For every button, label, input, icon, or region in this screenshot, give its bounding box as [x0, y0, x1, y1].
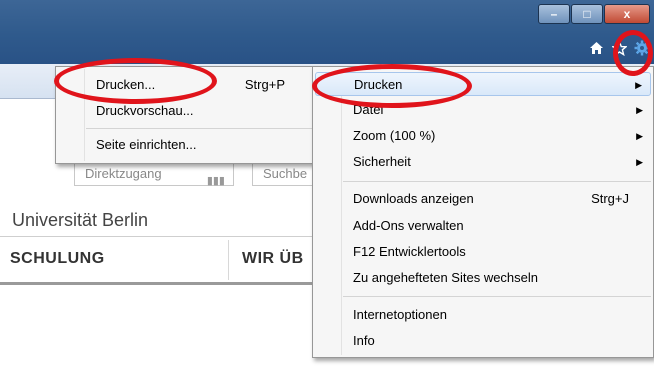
minimize-button[interactable]: –: [538, 4, 570, 24]
menu-item-label: Zoom (100 %): [353, 128, 436, 143]
menu-item-label: Internetoptionen: [353, 307, 447, 322]
menu-item-downloads[interactable]: Downloads anzeigen Strg+J: [315, 187, 651, 211]
maximize-button[interactable]: □: [571, 4, 603, 24]
nav-item-schulung[interactable]: SCHULUNG: [10, 250, 105, 268]
menu-item-label: Downloads anzeigen: [353, 191, 474, 206]
menu-item-developer-tools[interactable]: F12 Entwicklertools: [315, 240, 651, 264]
menu-item-internet-options[interactable]: Internetoptionen: [315, 303, 651, 327]
menu-item-label: Info: [353, 333, 375, 348]
menu-item-zoom[interactable]: Zoom (100 %) ▶: [315, 124, 651, 148]
annotation-oval-gear: [613, 30, 653, 76]
menu-item-sicherheit[interactable]: Sicherheit ▶: [315, 150, 651, 174]
menu-separator: [86, 128, 313, 129]
menu-item-label: F12 Entwicklertools: [353, 244, 466, 259]
window-titlebar: – □ x: [0, 0, 654, 64]
annotation-oval-drucken: [312, 64, 472, 108]
menu-separator: [343, 296, 651, 297]
menu-item-pinned-sites[interactable]: Zu angehefteten Sites wechseln: [315, 266, 651, 290]
annotation-oval-print-submenu: [54, 58, 217, 104]
menu-item-label: Sicherheit: [353, 154, 411, 169]
menu-item-shortcut: Strg+J: [591, 191, 629, 206]
tools-menu: Drucken ▶ Datei ▶ Zoom (100 %) ▶ Sicherh…: [312, 66, 654, 358]
submenu-arrow-icon: ▶: [636, 157, 643, 167]
menu-item-info[interactable]: Info: [315, 329, 651, 353]
nav-separator: [228, 240, 229, 280]
submenu-arrow-icon: ▶: [635, 80, 642, 90]
nav-item-wir-ueber-uns[interactable]: WIR ÜB: [242, 250, 304, 268]
home-icon[interactable]: [588, 40, 604, 56]
window-controls: – □ x: [538, 4, 650, 24]
close-button[interactable]: x: [604, 4, 650, 24]
menu-item-label: Add-Ons verwalten: [353, 218, 464, 233]
submenu-arrow-icon: ▶: [636, 131, 643, 141]
submenu-arrow-icon: ▶: [636, 105, 643, 115]
menu-item-label: Seite einrichten...: [96, 137, 197, 152]
menu-item-seite-einrichten[interactable]: Seite einrichten...: [58, 133, 313, 157]
menu-item-druckvorschau[interactable]: Druckvorschau...: [58, 99, 313, 123]
menu-separator: [343, 181, 651, 182]
bars-icon: ▮▮▮: [206, 175, 225, 187]
menu-item-label: Zu angehefteten Sites wechseln: [353, 270, 539, 285]
university-title: Universität Berlin: [12, 210, 149, 230]
menu-item-shortcut: Strg+P: [244, 77, 285, 92]
search-row: Direktzugang ▮▮▮ Suchbe: [74, 160, 342, 188]
quick-access-placeholder: Direktzugang: [85, 166, 162, 181]
menu-item-label: Druckvorschau...: [96, 103, 194, 118]
menu-item-add-ons[interactable]: Add-Ons verwalten: [315, 214, 651, 238]
search-placeholder: Suchbe: [263, 166, 308, 181]
